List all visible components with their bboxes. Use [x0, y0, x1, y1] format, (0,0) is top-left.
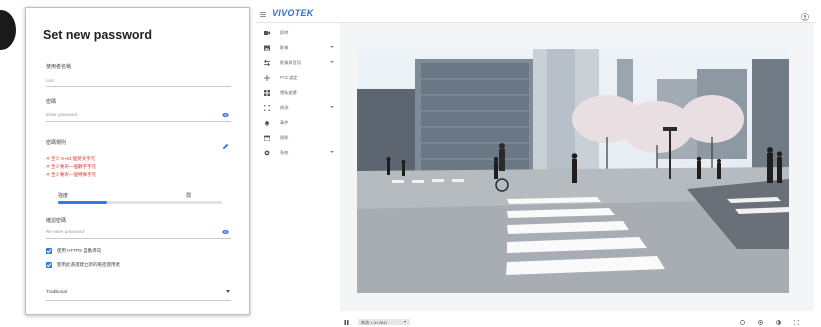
- show-confirm-password-eye-icon[interactable]: [222, 229, 229, 235]
- set-password-dialog: Set new password 使用者名稱 root 密碼 Enter pas…: [25, 7, 250, 315]
- confirm-password-label: 確認密碼: [46, 218, 67, 224]
- video-icon: [264, 31, 270, 35]
- fullscreen-icon[interactable]: [794, 320, 799, 325]
- language-select-underline: [46, 300, 231, 301]
- sidebar-item-label: 即時: [280, 30, 289, 35]
- sidebar-item-label: PTZ 設定: [280, 75, 298, 80]
- sidebar-item-label: 影像: [280, 45, 289, 50]
- sidebar-item-label: 系統: [280, 150, 289, 155]
- stream-select[interactable]: 串流 1 (H.264): [358, 319, 410, 325]
- sidebar-item-event[interactable]: 事件: [264, 119, 334, 129]
- chevron-down-icon: [330, 151, 334, 153]
- password-rule: ✕ 至少要有一個特殊字元: [46, 172, 97, 177]
- sidebar-item-ptz[interactable]: PTZ 設定: [264, 74, 334, 84]
- checkmark-icon: [46, 263, 52, 268]
- bell-icon: [265, 121, 269, 126]
- user-account-icon[interactable]: [801, 13, 809, 21]
- sidebar-item-label: 影像與音訊: [280, 60, 301, 65]
- sidebar-nav: 即時 影像 影像與音訊 PTZ 設定 隱私遮罩 偵測 事件 錄影 系統: [256, 23, 336, 327]
- strength-label: 強度: [58, 193, 69, 199]
- strength-meter: [58, 201, 222, 204]
- step-number-badge: [0, 10, 16, 50]
- snapshot-icon[interactable]: [740, 320, 745, 325]
- sidebar-item-label: 隱私遮罩: [280, 90, 297, 95]
- https-redirect-label: 使用 HTTPS 自動導向: [57, 248, 102, 253]
- strength-value: 弱: [186, 193, 192, 199]
- edit-pencil-icon[interactable]: [222, 143, 229, 150]
- settings-sliders-icon: [264, 60, 270, 66]
- language-select[interactable]: Traditional: [46, 289, 67, 294]
- chevron-down-icon: [330, 46, 334, 48]
- sidebar-item-label: 錄影: [280, 135, 289, 140]
- https-redirect-checkbox[interactable]: [46, 248, 52, 254]
- chevron-down-icon: [330, 61, 334, 63]
- checkmark-icon: [46, 249, 52, 254]
- password-rule: ✕ 至少要有一個數字字元: [46, 164, 97, 169]
- video-control-bar: 串流 1 (H.264): [340, 311, 814, 327]
- hamburger-menu-icon[interactable]: [260, 12, 266, 17]
- sidebar-item-media[interactable]: 影像與音訊: [264, 59, 334, 69]
- password-rule-text: 至少要有一個數字字元: [51, 164, 97, 169]
- chevron-down-icon[interactable]: [226, 290, 230, 293]
- strength-meter-fill: [58, 201, 108, 204]
- chevron-down-icon: [330, 106, 334, 108]
- create-user-checkbox[interactable]: [46, 262, 52, 268]
- password-rule-text: 至少要有一個特殊字元: [51, 172, 97, 177]
- show-password-eye-icon[interactable]: [222, 112, 229, 118]
- calendar-icon: [264, 135, 270, 141]
- chevron-down-icon: [404, 321, 406, 323]
- password-rule: ✕ 至少 8~64 個英文字元: [46, 156, 96, 161]
- sidebar-item-privacy[interactable]: 隱私遮罩: [264, 89, 334, 99]
- image-icon: [264, 45, 270, 51]
- sidebar-item-label: 偵測: [280, 105, 289, 110]
- password-field[interactable]: Enter password: [46, 112, 77, 117]
- sidebar-item-live[interactable]: 即時: [264, 29, 334, 39]
- sidebar-item-system[interactable]: 系統: [264, 149, 334, 159]
- create-user-label: 使用此憑證建立新的帳密使用者: [57, 262, 120, 267]
- contrast-icon[interactable]: [776, 320, 781, 325]
- dialog-title: Set new password: [43, 28, 153, 42]
- stream-select-value: 串流 1 (H.264): [361, 319, 387, 325]
- ptz-move-icon: [264, 75, 270, 81]
- confirm-password-field[interactable]: Re-enter password: [46, 229, 84, 234]
- zoom-icon[interactable]: [758, 320, 763, 325]
- confirm-password-underline: [46, 238, 231, 239]
- password-underline: [46, 121, 231, 122]
- username-field[interactable]: root: [46, 78, 54, 83]
- detection-frame-icon: [264, 105, 270, 111]
- pause-icon[interactable]: [344, 320, 349, 325]
- privacy-grid-icon: [264, 90, 270, 96]
- vivotek-logo: VIVOTEK: [272, 8, 314, 18]
- username-underline: [46, 86, 231, 87]
- username-label: 使用者名稱: [46, 64, 72, 70]
- live-camera-image[interactable]: [357, 49, 789, 293]
- sidebar-item-detection[interactable]: 偵測: [264, 104, 334, 114]
- sidebar-item-label: 事件: [280, 120, 289, 125]
- password-rules-title: 密碼規則: [46, 140, 67, 146]
- gear-icon: [264, 150, 270, 156]
- password-rule-text: 至少 8~64 個英文字元: [51, 156, 96, 161]
- password-label: 密碼: [46, 99, 57, 105]
- sidebar-item-recording[interactable]: 錄影: [264, 134, 334, 144]
- sidebar-item-image[interactable]: 影像: [264, 44, 334, 54]
